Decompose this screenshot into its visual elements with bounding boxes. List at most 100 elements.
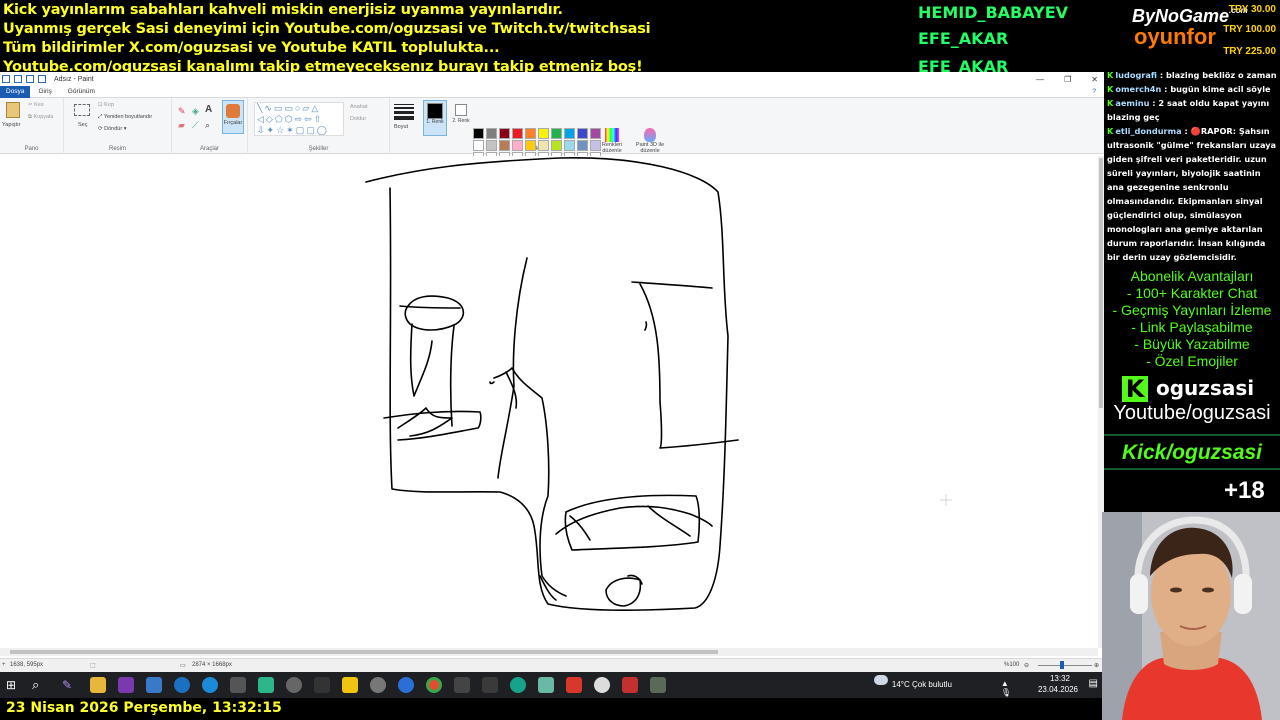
undo-icon[interactable] (26, 75, 34, 83)
color-swatch[interactable] (551, 140, 562, 151)
fill-button[interactable]: Doldur (350, 116, 366, 122)
color-picker-icon[interactable]: ⟋ (192, 120, 198, 131)
search-icon[interactable]: ⌕ (32, 677, 48, 693)
blue-app-icon[interactable] (398, 677, 414, 693)
color-swatch[interactable] (577, 140, 588, 151)
outline-button[interactable]: Anahat (350, 104, 367, 110)
color2-button[interactable]: 2. Renk (450, 100, 472, 136)
brushes-button[interactable]: Fırçalar (222, 100, 244, 134)
menu-file[interactable]: Dosya (0, 85, 31, 98)
help-icon[interactable]: ? (1084, 86, 1104, 98)
edge-dev-icon[interactable] (174, 677, 190, 693)
color-swatch[interactable] (512, 140, 523, 151)
green-app-icon[interactable] (258, 677, 274, 693)
kick-badge-icon: K (1107, 126, 1114, 136)
color-swatch[interactable] (499, 128, 510, 139)
resize-button[interactable]: ⤢ Yeniden boyutlandır (98, 114, 152, 121)
minimize-button[interactable]: — (1036, 75, 1044, 84)
pen-app-icon[interactable]: ✎ (62, 677, 78, 693)
sticky-notes-icon[interactable] (342, 677, 358, 693)
color-swatch[interactable] (577, 128, 588, 139)
color1-swatch (427, 103, 443, 119)
horizontal-scroll-thumb[interactable] (10, 650, 718, 654)
crop-button[interactable]: ⊡ Kırp (98, 102, 114, 108)
select-icon[interactable] (74, 104, 90, 116)
chrome-icon[interactable] (426, 677, 442, 693)
paint3d-button[interactable]: Paint 3D ile düzenle (632, 128, 668, 154)
quick-access-toolbar (2, 75, 46, 83)
copy-button[interactable]: ⧉ Kopyala (28, 114, 53, 121)
vertical-scroll-thumb[interactable] (1099, 158, 1103, 408)
chat-text: 🔴RAPOR: Şahsın ultrasonik "gülme" frekan… (1107, 126, 1277, 262)
color-swatch[interactable] (473, 128, 484, 139)
color-swatch[interactable] (538, 128, 549, 139)
redo-icon[interactable] (38, 75, 46, 83)
size-button[interactable]: Boyut (394, 124, 408, 130)
color-swatch[interactable] (486, 128, 497, 139)
magnifier-icon[interactable]: ⌕ (205, 120, 210, 131)
terminal-icon[interactable] (454, 677, 470, 693)
age-rating: +18 (1224, 477, 1265, 504)
color-swatch[interactable] (499, 140, 510, 151)
horizontal-scrollbar[interactable] (0, 648, 1098, 656)
color-swatch[interactable] (538, 140, 549, 151)
pencil-icon[interactable]: ✎ (178, 106, 186, 117)
text-icon[interactable]: A (205, 104, 212, 115)
notes-app-icon[interactable] (538, 677, 554, 693)
chat-user: ludografi (1115, 70, 1157, 80)
unity-icon[interactable] (314, 677, 330, 693)
taskbar-date[interactable]: 23.04.2026 (1038, 685, 1078, 694)
zoom-in-button[interactable]: ⊕ (1094, 662, 1099, 669)
color-swatch[interactable] (473, 140, 484, 151)
color-swatch[interactable] (564, 140, 575, 151)
zoom-slider[interactable] (1038, 665, 1092, 666)
color-swatch[interactable] (564, 128, 575, 139)
settings-app-icon[interactable] (286, 677, 302, 693)
color1-button[interactable]: 1. Renk (423, 100, 447, 136)
paint-taskbar-icon[interactable] (650, 677, 666, 693)
media-app-icon[interactable] (622, 677, 638, 693)
color-swatch[interactable] (551, 128, 562, 139)
select-button[interactable]: Seç (78, 122, 87, 128)
edit-colors-button[interactable]: Renkleri düzenle (598, 128, 626, 154)
camera-icon[interactable] (230, 677, 246, 693)
taskbar-time[interactable]: 13:32 (1050, 674, 1070, 683)
banner-line-1: Kick yayınlarım sabahları kahveli miskin… (3, 2, 563, 18)
fill-icon[interactable]: ◈ (192, 106, 199, 117)
chat-text: blazing bekliöz o zaman (1165, 70, 1277, 80)
zoom-out-button[interactable]: ⊖ (1024, 662, 1029, 669)
chatgpt-icon[interactable] (594, 677, 610, 693)
paste-icon[interactable] (6, 102, 20, 118)
maximize-button[interactable]: ❐ (1064, 75, 1071, 84)
save-icon[interactable] (14, 75, 22, 83)
tool-app-icon[interactable] (482, 677, 498, 693)
drawing-canvas[interactable] (0, 156, 1098, 656)
chat-user: omerch4n (1115, 84, 1162, 94)
menu-view[interactable]: Görünüm (60, 86, 103, 98)
close-button[interactable]: ✕ (1091, 75, 1098, 84)
color-swatch[interactable] (486, 140, 497, 151)
notification-icon[interactable]: ▤ (1089, 678, 1098, 689)
color-swatch[interactable] (512, 128, 523, 139)
edge-icon[interactable] (202, 677, 218, 693)
cut-button[interactable]: ✂ Kes (28, 102, 44, 108)
onenote-icon[interactable] (118, 677, 134, 693)
size-icon[interactable] (394, 104, 414, 120)
shapes-gallery[interactable]: ╲∿▭▭○▱△ ◁◇⬠⬡⇨⇦⇧ ⇩✦☆✶▢▢◯ (254, 102, 344, 136)
menu-home[interactable]: Giriş (30, 86, 59, 98)
teal-app-icon[interactable] (510, 677, 526, 693)
obs-icon[interactable] (370, 677, 386, 693)
rotate-button[interactable]: ⟳ Döndür ▾ (98, 126, 126, 132)
weather-text[interactable]: 14°C Çok bulutlu (892, 680, 952, 689)
file-explorer-icon[interactable] (90, 677, 106, 693)
color-swatch[interactable] (525, 128, 536, 139)
donor-name: EFE_AKAR (918, 29, 1009, 48)
eraser-icon[interactable]: ▰ (178, 120, 185, 131)
brush-icon (226, 104, 240, 118)
color-swatch[interactable] (525, 140, 536, 151)
start-icon[interactable]: ⊞ (6, 677, 22, 693)
vivaldi-icon[interactable] (566, 677, 582, 693)
zoom-slider-thumb[interactable] (1060, 661, 1064, 669)
desktop-app-icon[interactable] (146, 677, 162, 693)
paste-button[interactable]: Yapıştır (2, 122, 21, 128)
